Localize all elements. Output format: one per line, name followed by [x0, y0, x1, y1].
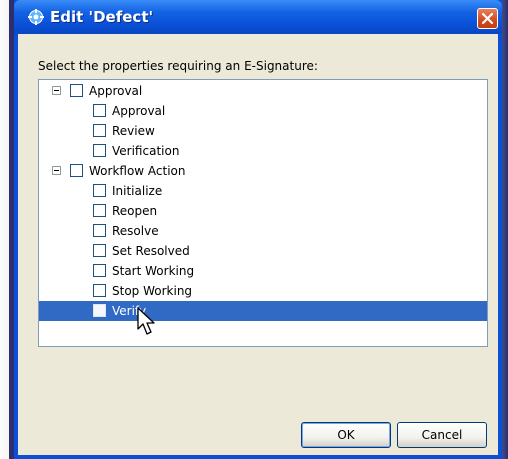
title-bar[interactable]: Edit 'Defect' — [14, 0, 502, 34]
tree-node-approval-group[interactable]: Approval — [39, 81, 487, 101]
checkbox-approval[interactable] — [93, 104, 106, 117]
tree-node-workflow-action-group[interactable]: Workflow Action — [39, 161, 487, 181]
collapse-workflow-action-icon[interactable] — [52, 166, 61, 175]
tree-label: Resolve — [112, 224, 159, 238]
tree-label: Set Resolved — [112, 244, 190, 258]
property-tree[interactable]: Approval Approval Review Verification Wo… — [38, 79, 488, 347]
tree-label: Workflow Action — [89, 164, 186, 178]
tree-label: Start Working — [112, 264, 195, 278]
checkbox-workflow-action-group[interactable] — [70, 164, 83, 177]
checkbox-review[interactable] — [93, 124, 106, 137]
checkbox-initialize[interactable] — [93, 184, 106, 197]
tree-label: Verification — [112, 144, 180, 158]
cancel-button[interactable]: Cancel — [397, 422, 487, 448]
tree-label: Stop Working — [112, 284, 193, 298]
tree-node-set-resolved[interactable]: Set Resolved — [39, 241, 487, 261]
checkbox-reopen[interactable] — [93, 204, 106, 217]
tree-node-approval[interactable]: Approval — [39, 101, 487, 121]
close-button[interactable] — [477, 8, 498, 29]
mouse-pointer-icon — [137, 307, 155, 335]
dialog-title: Edit 'Defect' — [50, 8, 154, 26]
tree-node-reopen[interactable]: Reopen — [39, 201, 487, 221]
tree-label: Reopen — [112, 204, 158, 218]
checkbox-resolve[interactable] — [93, 224, 106, 237]
tree-label: Review — [112, 124, 155, 138]
tree-node-verification[interactable]: Verification — [39, 141, 487, 161]
tree-node-start-working[interactable]: Start Working — [39, 261, 487, 281]
checkbox-verify[interactable] — [93, 304, 106, 317]
tree-node-resolve[interactable]: Resolve — [39, 221, 487, 241]
background-right-edge — [502, 0, 508, 459]
tree-node-initialize[interactable]: Initialize — [39, 181, 487, 201]
tree-label: Approval — [112, 104, 166, 118]
checkbox-stop-working[interactable] — [93, 284, 106, 297]
checkbox-verification[interactable] — [93, 144, 106, 157]
instruction-label: Select the properties requiring an E-Sig… — [38, 59, 318, 73]
ok-button[interactable]: OK — [301, 422, 391, 448]
checkbox-set-resolved[interactable] — [93, 244, 106, 257]
dialog-body: Select the properties requiring an E-Sig… — [18, 34, 498, 455]
checkbox-start-working[interactable] — [93, 264, 106, 277]
tree-label: Approval — [89, 84, 143, 98]
tree-node-verify[interactable]: Verify — [39, 301, 487, 321]
tree-label: Initialize — [112, 184, 163, 198]
collapse-approval-icon[interactable] — [52, 86, 61, 95]
close-icon — [481, 12, 494, 25]
background-left-edge — [0, 0, 14, 459]
tree-node-review[interactable]: Review — [39, 121, 487, 141]
checkbox-approval-group[interactable] — [70, 84, 83, 97]
edit-defect-dialog: Edit 'Defect' Select the properties requ… — [14, 0, 502, 459]
tree-node-stop-working[interactable]: Stop Working — [39, 281, 487, 301]
app-gear-icon — [28, 9, 44, 25]
